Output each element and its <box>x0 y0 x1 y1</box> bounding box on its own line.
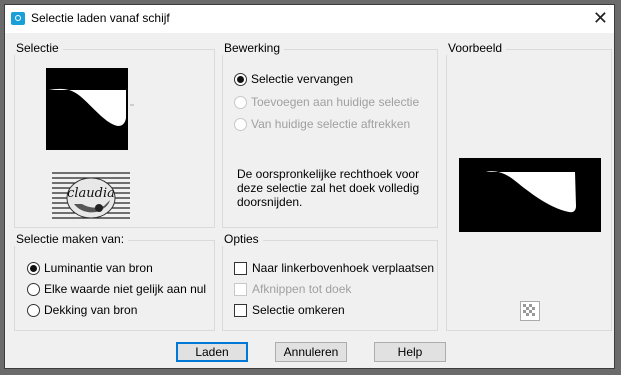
checkbox-linkerbovenhoek[interactable]: Naar linkerbovenhoek verplaatsen <box>234 261 434 275</box>
checkbox-label: Selectie omkeren <box>252 303 345 317</box>
watermark-logo: claudia <box>52 172 130 219</box>
window-title: Selectie laden vanaf schijf <box>31 11 170 25</box>
radio-button[interactable] <box>27 282 40 296</box>
description-line: De oorspronkelijke rechthoek voor <box>237 167 420 181</box>
radio-luminantie[interactable]: Luminantie van bron <box>27 261 153 275</box>
watermark-text: claudia <box>67 186 115 201</box>
radio-label: Dekking van bron <box>44 303 138 317</box>
checkbox-afknippen[interactable]: Afknippen tot doek <box>234 282 351 296</box>
radio-label: Selectie vervangen <box>251 72 354 86</box>
checkbox-label: Afknippen tot doek <box>252 282 352 296</box>
radio-label: Elke waarde niet gelijk aan nul <box>44 282 207 296</box>
radio-label: Luminantie van bron <box>44 261 153 275</box>
opties-group-label: Opties <box>222 232 263 246</box>
radio-button[interactable] <box>27 303 40 317</box>
selectie-group: Selectie claudia <box>14 41 215 228</box>
selection-app-icon <box>11 12 25 25</box>
voorbeeld-group-label: Voorbeeld <box>446 41 507 55</box>
selectie-group-label: Selectie <box>14 41 63 55</box>
checkbox-omkeren[interactable]: Selectie omkeren <box>234 303 345 317</box>
checker-zoom-icon[interactable] <box>520 301 540 321</box>
checkbox[interactable] <box>234 261 247 275</box>
bewerking-group-label: Bewerking <box>222 41 285 55</box>
voorbeeld-group: Voorbeeld <box>446 41 612 331</box>
selection-thumbnail <box>46 68 134 150</box>
checkbox-label: Naar linkerbovenhoek verplaatsen <box>252 261 435 275</box>
description-line: deze selectie zal het doek volledig <box>237 181 420 195</box>
radio-selectie-vervangen[interactable]: Selectie vervangen <box>234 72 353 86</box>
radio-button[interactable] <box>27 261 40 275</box>
description-line: doorsnijden. <box>237 195 303 209</box>
radio-label: Van huidige selectie aftrekken <box>251 117 411 131</box>
checkbox[interactable] <box>234 303 247 317</box>
radio-button[interactable] <box>234 117 247 131</box>
opties-group: Opties Naar linkerbovenhoek verplaatsen … <box>222 232 438 331</box>
checkbox[interactable] <box>234 282 247 296</box>
close-icon[interactable]: ✕ <box>593 7 608 29</box>
dialog-window: Selectie laden vanaf schijf ✕ Selectie c… <box>4 4 615 369</box>
title-bar: Selectie laden vanaf schijf ✕ <box>5 5 614 33</box>
laden-button[interactable]: Laden <box>176 342 248 362</box>
radio-dekking[interactable]: Dekking van bron <box>27 303 137 317</box>
maken-van-group-label: Selectie maken van: <box>14 232 129 246</box>
radio-button[interactable] <box>234 72 247 86</box>
radio-button[interactable] <box>234 95 247 109</box>
radio-aftrekken[interactable]: Van huidige selectie aftrekken <box>234 117 410 131</box>
bewerking-group: Bewerking Selectie vervangen Toevoegen a… <box>222 41 438 228</box>
maken-van-group: Selectie maken van: Luminantie van bron … <box>14 232 215 331</box>
bewerking-description: De oorspronkelijke rechthoek voor deze s… <box>237 167 419 209</box>
annuleren-button[interactable]: Annuleren <box>275 342 347 362</box>
radio-toevoegen[interactable]: Toevoegen aan huidige selectie <box>234 95 419 109</box>
preview-image <box>459 158 601 232</box>
radio-label: Toevoegen aan huidige selectie <box>251 95 420 109</box>
help-button[interactable]: Help <box>374 342 446 362</box>
radio-elke-waarde[interactable]: Elke waarde niet gelijk aan nul <box>27 282 206 296</box>
